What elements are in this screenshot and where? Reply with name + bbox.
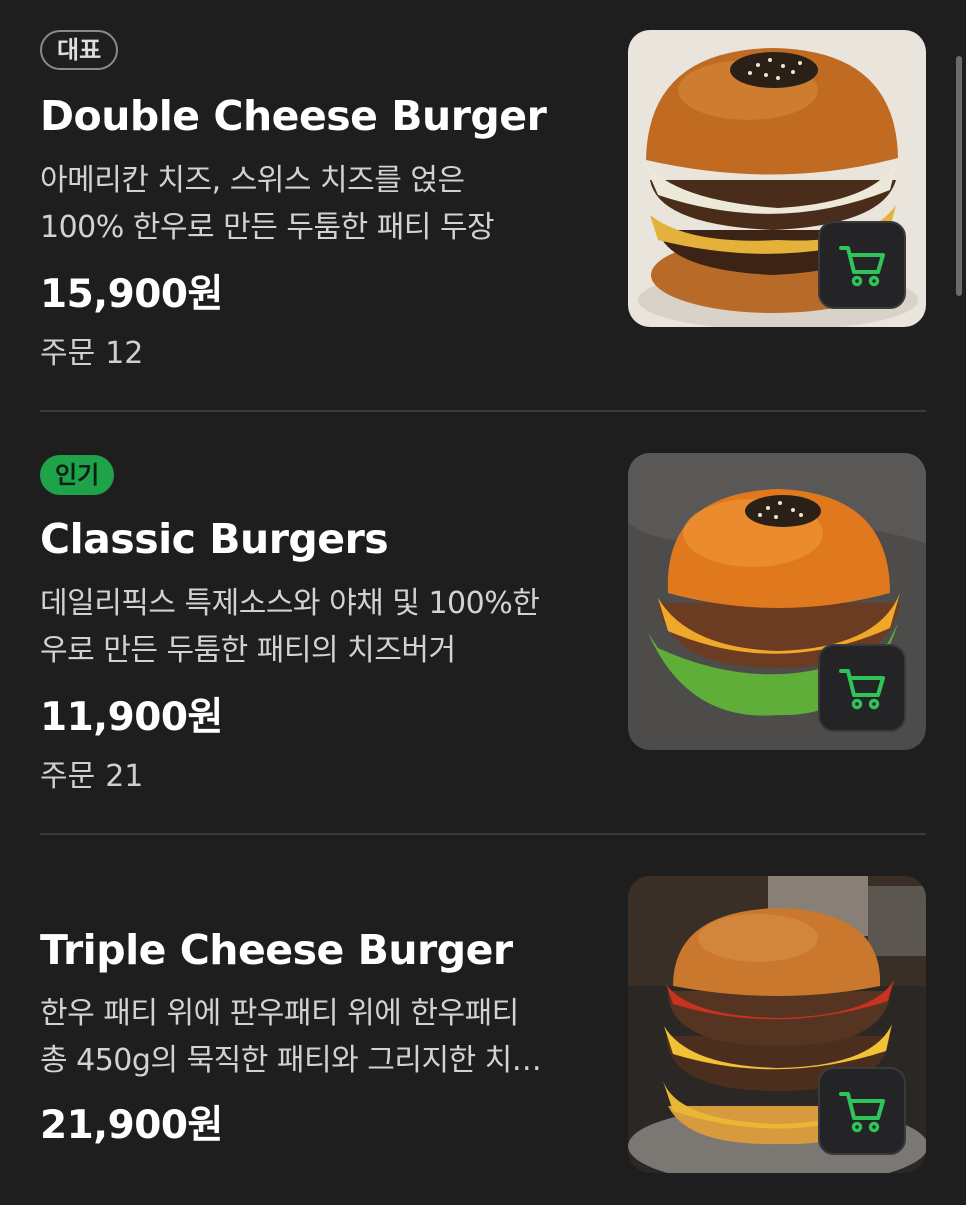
menu-item-price: 15,900원 <box>40 272 223 317</box>
order-count-label: 주문 <box>40 759 96 794</box>
double-cheese-burger-photo[interactable] <box>628 30 926 327</box>
menu-item-price: 11,900원 <box>40 695 223 740</box>
cart-icon <box>839 246 885 287</box>
order-count-value: 12 <box>105 336 144 371</box>
order-count-label: 주문 <box>40 336 96 371</box>
menu-item-price: 21,900원 <box>40 1103 223 1148</box>
description-line: 한우 패티 위에 판우패티 위에 한우패티 <box>40 996 519 1031</box>
description-line: 100% 한우로 만든 두툼한 패티 두장 <box>40 210 495 245</box>
signature-badge: 대표 <box>40 30 119 70</box>
divider <box>40 410 926 412</box>
menu-item-double-cheese-burger[interactable]: 대표 Double Cheese Burger 아메리칸 치즈, 스위스 치즈를… <box>0 0 966 412</box>
menu-item-name: Triple Cheese Burger <box>40 926 513 974</box>
add-to-cart-button[interactable] <box>818 644 906 732</box>
order-count: 주문 21 <box>40 751 143 795</box>
popular-badge: 인기 <box>40 455 115 495</box>
cart-icon <box>839 1092 885 1133</box>
triple-cheese-burger-photo[interactable] <box>628 876 926 1173</box>
description-line: 우로 만든 두툼한 패티의 치즈버거 <box>40 633 456 668</box>
menu-item-description: 데일리픽스 특제소스와 야채 및 100%한 우로 만든 두툼한 패티의 치즈버… <box>40 580 585 674</box>
description-line: 데일리픽스 특제소스와 야채 및 100%한 <box>40 586 540 621</box>
scrollbar[interactable] <box>956 56 962 296</box>
cart-icon <box>839 669 885 710</box>
add-to-cart-button[interactable] <box>818 221 906 309</box>
add-to-cart-button[interactable] <box>818 1067 906 1155</box>
classic-burger-photo[interactable] <box>628 453 926 750</box>
description-line: 총 450g의 묵직한 패티와 그리지한 치… <box>40 1043 542 1078</box>
menu-item-classic-burgers[interactable]: 인기 Classic Burgers 데일리픽스 특제소스와 야채 및 100%… <box>0 413 966 835</box>
menu-item-description: 한우 패티 위에 판우패티 위에 한우패티 총 450g의 묵직한 패티와 그리… <box>40 990 585 1084</box>
menu-item-triple-cheese-burger[interactable]: Triple Cheese Burger 한우 패티 위에 판우패티 위에 한우… <box>0 836 966 1205</box>
menu-item-name: Double Cheese Burger <box>40 92 547 140</box>
menu-item-name: Classic Burgers <box>40 515 389 563</box>
menu-item-description: 아메리칸 치즈, 스위스 치즈를 얹은 100% 한우로 만든 두툼한 패티 두… <box>40 157 585 251</box>
order-count-value: 21 <box>105 759 144 794</box>
order-count: 주문 12 <box>40 328 143 372</box>
divider <box>40 833 926 835</box>
description-line: 아메리칸 치즈, 스위스 치즈를 얹은 <box>40 163 465 198</box>
